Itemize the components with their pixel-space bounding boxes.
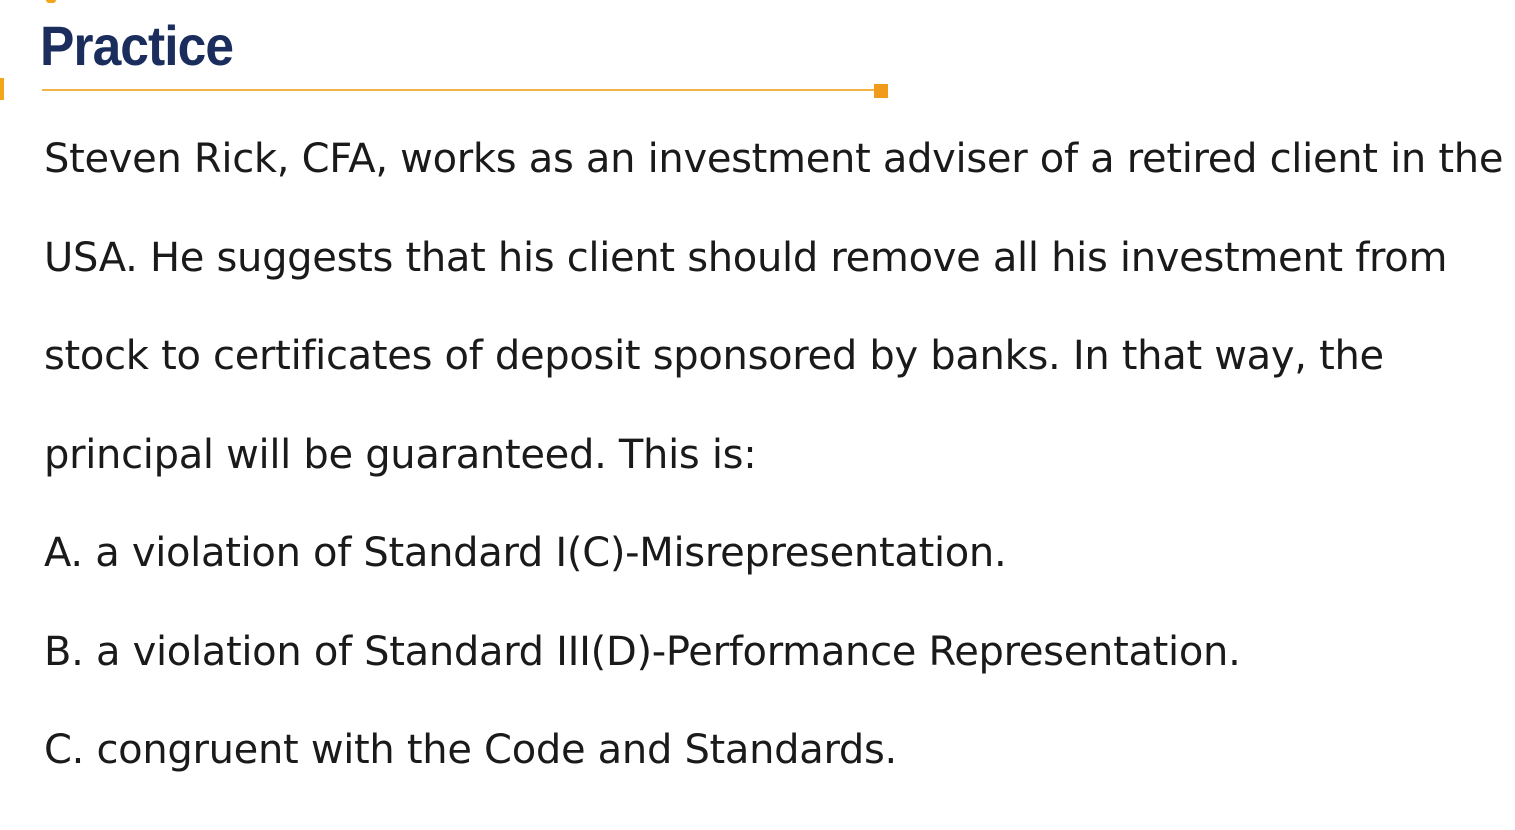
title-underline — [42, 89, 874, 91]
question-content: Steven Rick, CFA, works as an investment… — [44, 110, 1504, 800]
top-accent-mark — [46, 0, 56, 3]
practice-slide: Practice Steven Rick, CFA, works as an i… — [0, 0, 1515, 830]
left-accent-bar — [0, 78, 4, 100]
option-b: B. a violation of Standard III(D)-Perfor… — [44, 628, 1241, 675]
question-text: Steven Rick, CFA, works as an investment… — [44, 136, 1504, 478]
title-underline-end-square — [874, 84, 888, 98]
option-c: C. congruent with the Code and Standards… — [44, 727, 897, 773]
slide-title: Practice — [40, 14, 234, 77]
option-a: A. a violation of Standard I(C)-Misrepre… — [44, 530, 1007, 576]
